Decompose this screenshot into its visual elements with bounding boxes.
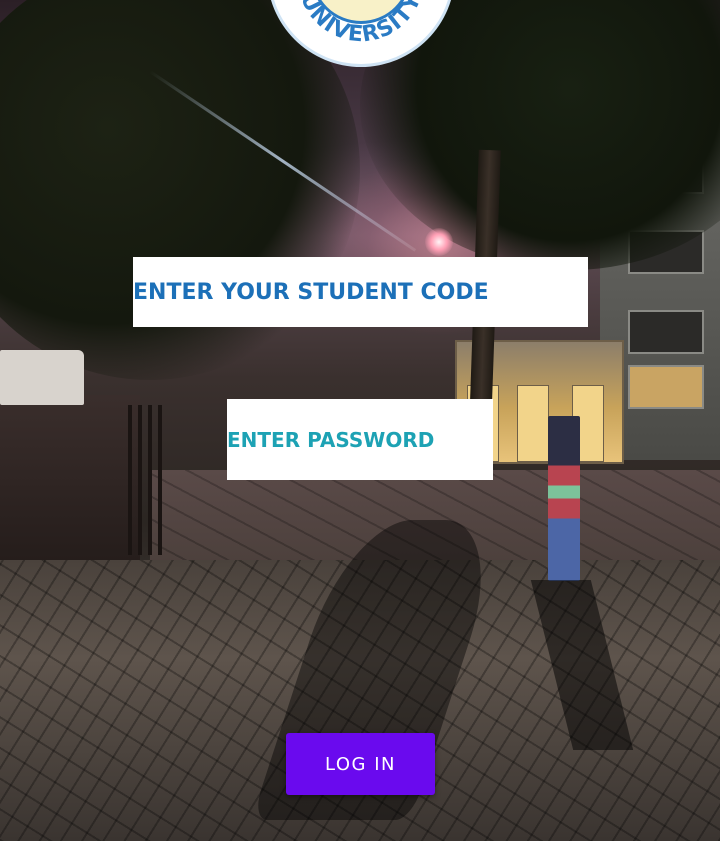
- student-code-input[interactable]: [133, 257, 588, 327]
- entrance-door: [517, 385, 549, 462]
- wall-block: [0, 350, 84, 405]
- logo-text-ring: UNIVERSITY: [295, 0, 427, 47]
- svg-text:UNIVERSITY: UNIVERSITY: [295, 0, 427, 47]
- painted-bollard: [548, 416, 580, 581]
- password-input[interactable]: [227, 399, 493, 480]
- street-lamp-glow: [425, 228, 453, 256]
- building-lit-window: [628, 365, 704, 409]
- logo-text: UNIVERSITY: [295, 0, 426, 47]
- login-button[interactable]: LOG IN: [286, 733, 435, 795]
- university-logo: UNIVERSITY: [270, 0, 452, 64]
- iron-gate: [128, 405, 168, 555]
- boundary-wall: [0, 395, 140, 570]
- building-window: [628, 310, 704, 354]
